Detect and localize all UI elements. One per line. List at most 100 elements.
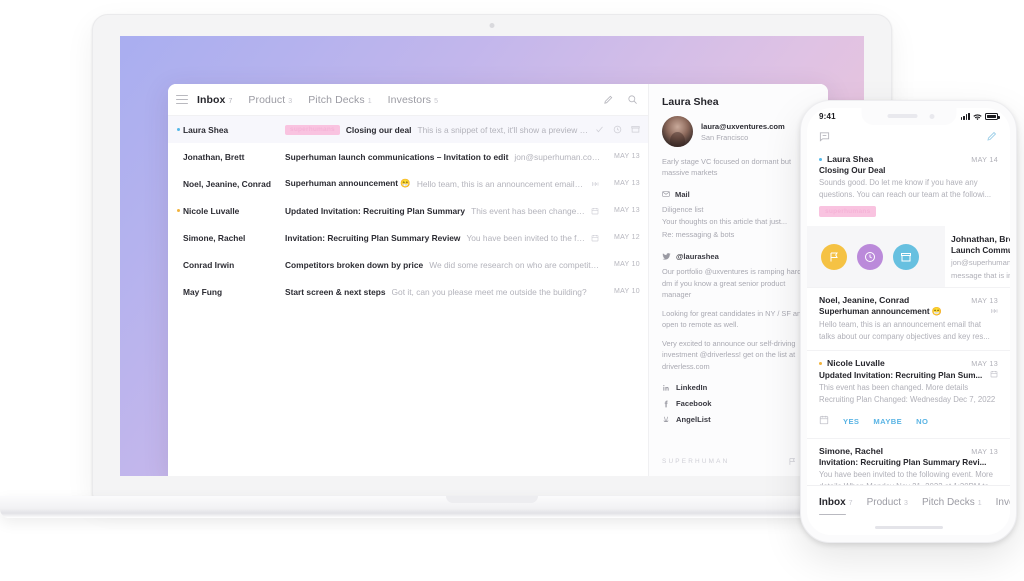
- label-tag: superhumans: [285, 124, 340, 135]
- row-date: MAY 10: [613, 288, 640, 295]
- tab-active-underline: [819, 513, 846, 515]
- row-body: superhumans Closing our deal This is a s…: [285, 124, 589, 135]
- social-link-linkedin[interactable]: LinkedIn: [662, 383, 815, 392]
- row-date: MAY 12: [613, 234, 640, 241]
- clock-icon[interactable]: [857, 243, 883, 270]
- row-body: Superhuman announcement 😁 Hello team, th…: [285, 178, 585, 189]
- clock-icon[interactable]: [613, 125, 622, 134]
- hamburger-icon[interactable]: [176, 95, 188, 104]
- tab-inbox-count: 7: [228, 97, 233, 105]
- rsvp-maybe-button[interactable]: MAYBE: [873, 417, 902, 426]
- tweet-item: Very excited to announce our self-drivin…: [662, 338, 796, 371]
- row-snippet-line1: jon@superhuman.co: [951, 258, 1010, 268]
- rsvp-yes-button[interactable]: YES: [843, 417, 859, 426]
- angellist-icon: [662, 416, 670, 424]
- wifi-icon: [973, 108, 982, 126]
- list-item[interactable]: Laura Shea MAY 14 Closing Our Deal Sound…: [807, 147, 1010, 226]
- tab-product[interactable]: Product 3: [867, 497, 908, 508]
- tab-pitch-decks[interactable]: Pitch Decks 1: [922, 497, 982, 508]
- row-snippet: Hello team, this is an announcement emai…: [819, 320, 990, 341]
- row-meta: MAY 13: [602, 153, 640, 160]
- table-row[interactable]: Simone, Rachel Invitation: Recruiting Pl…: [168, 224, 648, 251]
- list-item[interactable]: Nicole Luvalle MAY 13 Updated Invitation…: [807, 351, 1010, 440]
- row-sender: Conrad Irwin: [183, 259, 235, 270]
- table-row[interactable]: May Fung Start screen & next steps Got i…: [168, 278, 648, 305]
- tab-product-label: Product: [248, 93, 286, 106]
- flag-icon[interactable]: [821, 243, 847, 270]
- row-snippet: Got it, can you please meet me outside t…: [391, 286, 587, 297]
- unread-dot-icon: [174, 263, 183, 266]
- table-row[interactable]: Nicole Luvalle Updated Invitation: Recru…: [168, 197, 648, 224]
- row-snippet: This event has been changed. More detail…: [819, 383, 996, 404]
- unread-dot-icon: [819, 157, 822, 161]
- twitter-section-header: @laurashea: [662, 252, 815, 261]
- contact-email: laura@uxventures.com: [701, 121, 785, 131]
- row-date: MAY 13: [613, 153, 640, 160]
- row-sender: Laura Shea: [827, 154, 874, 164]
- archive-icon[interactable]: [893, 243, 919, 270]
- row-sender: Nicole Luvalle: [827, 358, 885, 369]
- row-meta: MAY 10: [602, 288, 640, 295]
- row-body: Superhuman launch communications – Invit…: [285, 152, 602, 162]
- list-item-header: Nicole Luvalle MAY 13: [819, 358, 998, 368]
- phone-device: 9:41 Laura Shea MAY 14 Closing Our Deal …: [800, 100, 1017, 543]
- mail-thread-item[interactable]: Re: messaging & bots: [662, 229, 815, 241]
- toolbar-icons: [603, 94, 638, 105]
- row-snippet: Hello team, this is an announcement emai…: [416, 178, 585, 189]
- flag-icon[interactable]: [788, 457, 797, 466]
- list-item-header: Laura Shea MAY 14: [819, 154, 998, 164]
- mail-thread-item[interactable]: Your thoughts on this article that just.…: [662, 216, 815, 228]
- tab-pitch-decks[interactable]: Pitch Decks 1: [308, 94, 371, 106]
- tab-inbox[interactable]: Inbox 7: [197, 94, 232, 106]
- tab-product[interactable]: Product 3: [248, 94, 292, 106]
- social-label: AngelList: [676, 415, 711, 424]
- table-row[interactable]: Noel, Jeanine, Conrad Superhuman announc…: [168, 170, 648, 197]
- list-item-header: Noel, Jeanine, Conrad MAY 13: [819, 295, 998, 305]
- row-subject: Invitation: Recruiting Plan Summary Revi…: [819, 458, 998, 467]
- social-link-angellist[interactable]: AngelList: [662, 415, 815, 424]
- row-subject: Updated Invitation: Recruiting Plan Summ…: [285, 205, 466, 216]
- tab-inbox[interactable]: Inbox 7: [819, 497, 853, 515]
- row-meta: MAY 13: [585, 180, 640, 188]
- row-subject-text: Superhuman announcement 😁: [819, 307, 943, 317]
- mail-thread-item[interactable]: Diligence list: [662, 204, 815, 216]
- phone-tab-bar: Inbox 7 Product 3 Pitch Decks 1 Inve: [807, 485, 1010, 535]
- search-icon[interactable]: [627, 94, 638, 105]
- check-icon[interactable]: [595, 125, 604, 134]
- list-item-header: Simone, Rachel MAY 13: [819, 446, 998, 456]
- table-row[interactable]: Jonathan, Brett Superhuman launch commun…: [168, 143, 648, 170]
- mail-section-header: Mail: [662, 190, 815, 199]
- tweet-item: Our portfolio @uxventures is ramping har…: [662, 267, 808, 300]
- row-snippet-line2: message that is insi: [951, 271, 1010, 281]
- row-subject: Closing our deal: [345, 124, 412, 135]
- unread-dot-icon: [174, 290, 183, 293]
- row-date: MAY 13: [613, 207, 640, 214]
- tab-investors-label: Investors: [387, 93, 432, 106]
- twitter-handle[interactable]: @laurashea: [676, 252, 719, 261]
- unread-dot-icon: [174, 155, 183, 158]
- social-link-facebook[interactable]: Facebook: [662, 399, 815, 408]
- pencil-icon[interactable]: [986, 130, 998, 142]
- calendar-icon: [591, 207, 599, 215]
- message-icon[interactable]: [819, 131, 830, 142]
- row-subject: Competitors broken down by price: [285, 259, 424, 270]
- row-snippet: Sounds good. Do let me know if you have …: [819, 178, 992, 199]
- status-indicators: [960, 108, 1000, 126]
- list-item[interactable]: Noel, Jeanine, Conrad MAY 13 Superhuman …: [807, 288, 1010, 352]
- tab-product-label: Product: [866, 497, 902, 508]
- email-list: Laura Shea superhumans Closing our deal …: [168, 116, 648, 476]
- row-meta: MAY 12: [585, 234, 640, 242]
- pencil-icon[interactable]: [603, 94, 614, 105]
- calendar-icon: [819, 412, 829, 430]
- mail-toolbar: Inbox 7 Product 3 Pitch Decks 1 Investor…: [168, 84, 648, 116]
- archive-icon[interactable]: [631, 125, 640, 134]
- phone-email-list: Laura Shea MAY 14 Closing Our Deal Sound…: [807, 147, 1010, 502]
- swipe-action-row[interactable]: Johnathan, Brett Launch Communicat jon@s…: [807, 226, 1010, 289]
- calendar-icon: [990, 370, 998, 380]
- table-row[interactable]: Conrad Irwin Competitors broken down by …: [168, 251, 648, 278]
- table-row[interactable]: Laura Shea superhumans Closing our deal …: [168, 116, 648, 143]
- tab-investors[interactable]: Inve: [996, 497, 1010, 508]
- calendar-icon: [591, 234, 599, 242]
- tab-investors[interactable]: Investors 5: [388, 94, 438, 106]
- rsvp-no-button[interactable]: NO: [916, 417, 928, 426]
